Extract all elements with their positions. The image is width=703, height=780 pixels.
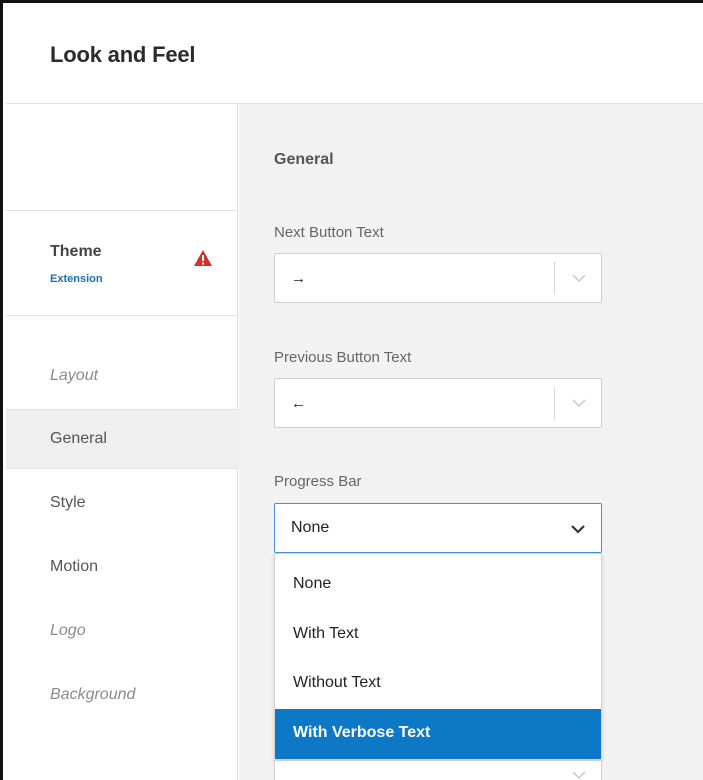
chevron-down-icon xyxy=(572,399,586,408)
select-separator xyxy=(554,387,555,419)
dropdown-option-with-text[interactable]: With Text xyxy=(275,610,601,660)
sidebar-item-motion[interactable]: Motion xyxy=(50,558,98,576)
next-button-text-label: Next Button Text xyxy=(274,224,384,241)
section-heading: General xyxy=(274,151,334,168)
page-header: Look and Feel xyxy=(6,6,703,104)
sidebar-spacer xyxy=(6,104,238,211)
previous-button-text-value: ← xyxy=(291,395,306,412)
theme-extension-link[interactable]: Extension xyxy=(50,273,103,285)
theme-label: Theme xyxy=(50,243,102,260)
previous-button-text-label: Previous Button Text xyxy=(274,349,412,366)
next-button-text-value: → xyxy=(291,270,306,287)
dropdown-option-none[interactable]: None xyxy=(275,560,601,610)
sidebar: Theme Extension Layout General Style Mot… xyxy=(6,104,241,780)
sidebar-item-theme[interactable]: Theme Extension xyxy=(6,211,238,316)
hidden-select[interactable] xyxy=(274,760,602,780)
warning-triangle-icon xyxy=(194,250,212,266)
sidebar-item-style[interactable]: Style xyxy=(50,494,86,512)
progress-bar-dropdown: None With Text Without Text With Verbose… xyxy=(274,553,602,760)
next-button-text-select[interactable]: → xyxy=(274,253,602,303)
sidebar-item-general[interactable]: General xyxy=(6,409,241,469)
progress-bar-value: None xyxy=(291,519,330,536)
sidebar-item-layout[interactable]: Layout xyxy=(6,316,238,409)
dropdown-option-without-text[interactable]: Without Text xyxy=(275,659,601,709)
sidebar-item-label: Layout xyxy=(50,367,99,384)
chevron-down-icon xyxy=(572,274,586,283)
chevron-down-icon xyxy=(572,771,586,780)
main-panel: General Next Button Text → Previous Butt… xyxy=(239,104,703,780)
chevron-down-icon xyxy=(571,525,585,534)
sidebar-item-logo[interactable]: Logo xyxy=(50,622,86,640)
previous-button-text-select[interactable]: ← xyxy=(274,378,602,428)
progress-bar-select[interactable]: None xyxy=(274,503,602,553)
app-frame: Look and Feel Theme Extension Layout Gen… xyxy=(0,0,703,780)
sidebar-item-label: General xyxy=(50,430,107,447)
select-separator xyxy=(554,262,555,294)
sidebar-item-background[interactable]: Background xyxy=(50,686,135,704)
dropdown-option-with-verbose-text[interactable]: With Verbose Text xyxy=(275,709,601,759)
progress-bar-label: Progress Bar xyxy=(274,473,362,490)
page-title: Look and Feel xyxy=(50,42,196,67)
